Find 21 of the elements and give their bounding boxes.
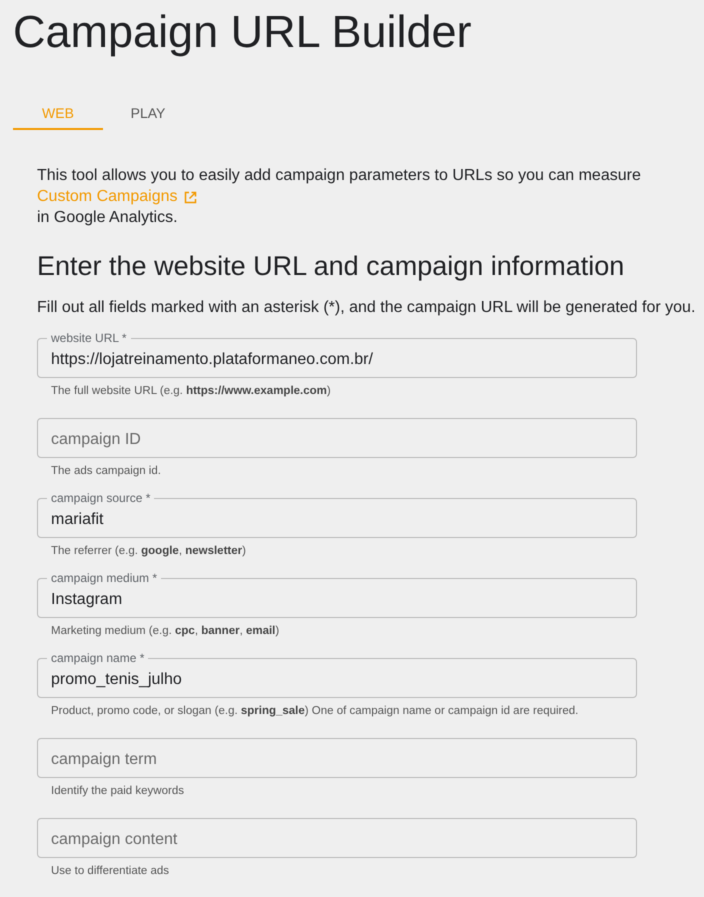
input-field[interactable]: campaign ID xyxy=(37,418,637,458)
helper-text: The ads campaign id. xyxy=(51,464,162,478)
tab[interactable]: PLAY xyxy=(103,95,193,130)
intro-text: This tool allows you to easily add campaign parameters to URLs so you can measure xyxy=(37,166,642,186)
field-label: campaign medium * xyxy=(47,571,162,585)
helper-text: The full website URL (e.g. https://www.example.com) xyxy=(51,384,332,398)
field-label: website URL * xyxy=(47,331,131,345)
field-label: campaign source * xyxy=(47,491,154,505)
input-field[interactable]: campaign term xyxy=(37,738,637,778)
helper-text: Marketing medium (e.g. cpc, banner, email) xyxy=(51,624,280,638)
helper-text: Product, promo code, or slogan (e.g. spring_sale) One of campaign name or campaign id are required. xyxy=(51,704,580,718)
helper-text: Use to differentiate ads xyxy=(51,864,170,878)
page-title: Campaign URL Builder xyxy=(13,5,473,59)
field-label: campaign name * xyxy=(47,651,148,665)
helper-text: The referrer (e.g. google, newsletter) xyxy=(51,544,247,558)
helper-text: Identify the paid keywords xyxy=(51,784,185,798)
instructions-text: Fill out all fields marked with an asterisk (*), and the campaign URL will be generated for you. xyxy=(37,298,696,318)
section-heading: Enter the website URL and campaign information xyxy=(37,250,626,283)
intro-text: in Google Analytics. xyxy=(37,208,179,228)
input-field[interactable]: campaign content xyxy=(37,818,637,858)
external-link-icon xyxy=(184,190,196,204)
